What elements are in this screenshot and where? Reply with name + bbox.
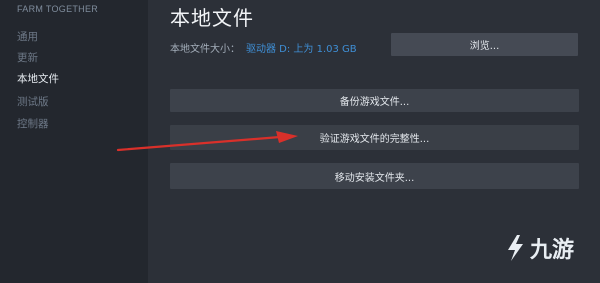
sidebar-item-controller[interactable]: 控制器 — [17, 116, 49, 131]
browse-button[interactable]: 浏览... — [391, 33, 578, 56]
size-value: 驱动器 D: 上为 1.03 GB — [246, 44, 357, 55]
size-label: 本地文件大小： — [170, 44, 240, 55]
verify-integrity-button[interactable]: 验证游戏文件的完整性... — [170, 125, 579, 150]
watermark-logo-icon — [508, 235, 523, 261]
backup-game-files-button[interactable]: 备份游戏文件... — [170, 89, 579, 112]
watermark: 九游 — [503, 232, 574, 264]
sidebar-item-local-files[interactable]: 本地文件 — [17, 71, 59, 86]
watermark-text: 九游 — [530, 238, 575, 263]
sidebar-item-general[interactable]: 通用 — [17, 29, 38, 44]
game-title: FARM TOGETHER — [17, 4, 99, 14]
sidebar: FARM TOGETHER 通用 更新 本地文件 测试版 控制器 — [0, 0, 148, 283]
move-install-folder-button[interactable]: 移动安装文件夹... — [170, 163, 579, 189]
page-title: 本地文件 — [170, 6, 254, 30]
sidebar-item-betas[interactable]: 测试版 — [17, 94, 49, 109]
sidebar-item-updates[interactable]: 更新 — [17, 50, 38, 65]
local-files-size: 本地文件大小： 驱动器 D: 上为 1.03 GB — [170, 40, 357, 55]
